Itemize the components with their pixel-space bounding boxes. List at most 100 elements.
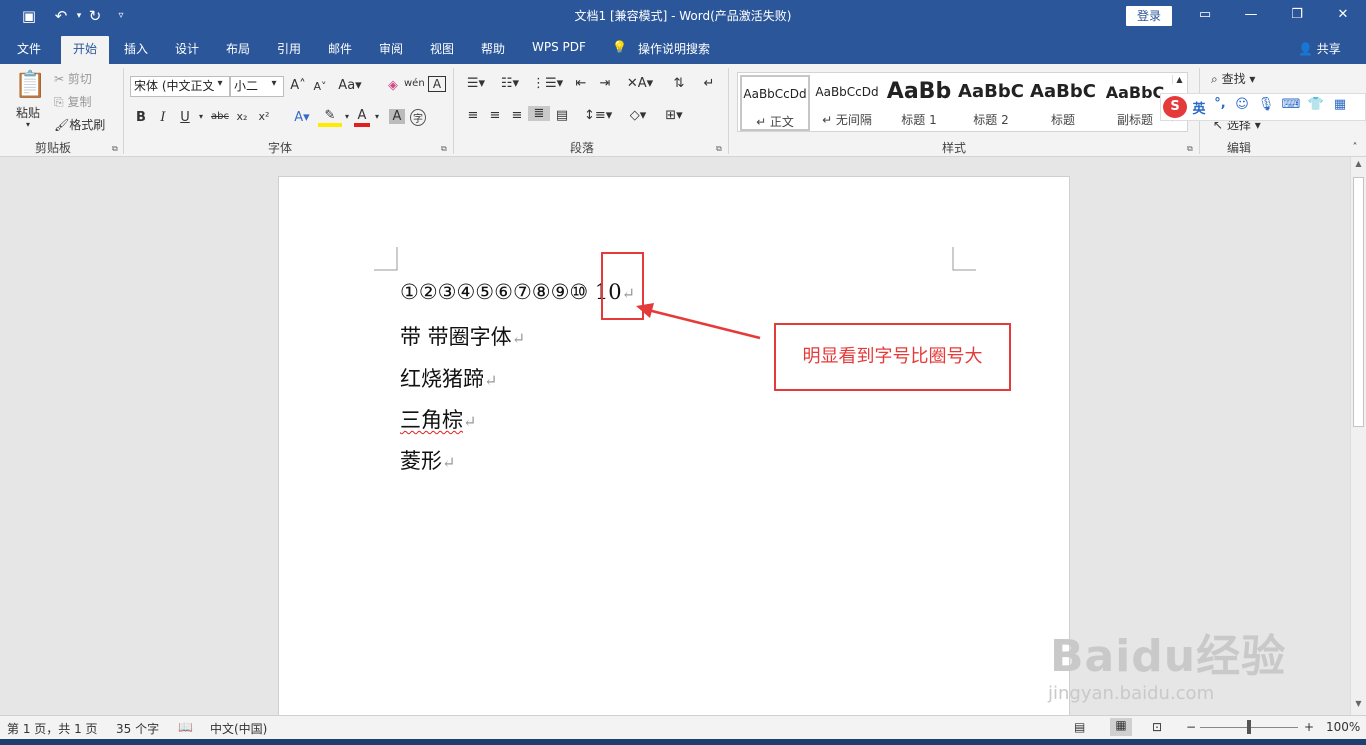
align-left-icon[interactable]: ≡ xyxy=(464,108,482,123)
justify-icon[interactable]: ≣ xyxy=(528,106,550,121)
web-layout-icon[interactable]: ⊡ xyxy=(1152,720,1162,734)
underline-dropdown-icon[interactable]: ▾ xyxy=(196,112,206,121)
scrollbar-thumb[interactable] xyxy=(1353,177,1364,427)
asian-layout-icon[interactable]: ✕A▾ xyxy=(626,76,654,91)
enclose-characters-icon[interactable]: 字 xyxy=(410,109,426,126)
zoom-in-icon[interactable]: + xyxy=(1304,720,1314,734)
cut-button[interactable]: ✂ 剪切 xyxy=(54,70,92,87)
page-count[interactable]: 第 1 页，共 1 页 xyxy=(7,720,98,737)
zoom-slider-thumb[interactable] xyxy=(1247,720,1251,734)
grow-font-icon[interactable]: A˄ xyxy=(290,78,306,93)
print-layout-icon[interactable]: ▦ xyxy=(1110,718,1132,736)
close-button[interactable]: ✕ xyxy=(1328,4,1358,26)
tab-view[interactable]: 视图 xyxy=(430,40,454,57)
clipboard-launcher-icon[interactable]: ⧉ xyxy=(112,144,118,154)
ime-language-toggle[interactable]: 英 xyxy=(1191,98,1207,117)
paste-icon[interactable]: 📋 xyxy=(14,70,46,100)
show-marks-icon[interactable]: ↵ xyxy=(700,76,718,91)
format-painter-button[interactable]: 🖌格式刷 xyxy=(54,116,105,133)
share-button[interactable]: 👤 共享 xyxy=(1298,40,1341,57)
paste-dropdown-icon[interactable]: ▾ xyxy=(26,120,30,129)
bullets-icon[interactable]: ☰▾ xyxy=(464,76,488,91)
login-button[interactable]: 登录 xyxy=(1126,6,1172,26)
font-color-dropdown-icon[interactable]: ▾ xyxy=(372,112,382,121)
document-line[interactable]: 带 带圈字体↵ xyxy=(400,321,525,351)
tab-insert[interactable]: 插入 xyxy=(124,40,148,57)
underline-icon[interactable]: U xyxy=(178,110,192,125)
superscript-icon[interactable]: x² xyxy=(256,110,272,123)
zoom-out-icon[interactable]: − xyxy=(1186,720,1196,734)
word-count[interactable]: 35 个字 xyxy=(116,720,159,737)
minimize-button[interactable]: — xyxy=(1236,4,1266,26)
maximize-button[interactable]: ❐ xyxy=(1282,4,1312,26)
read-mode-icon[interactable]: ▤ xyxy=(1074,720,1085,734)
subscript-icon[interactable]: x₂ xyxy=(234,110,250,123)
strikethrough-icon[interactable]: abc xyxy=(210,111,230,122)
phonetic-guide-icon[interactable]: wén xyxy=(404,78,425,89)
distributed-icon[interactable]: ▤ xyxy=(553,108,571,123)
font-color-icon[interactable]: A xyxy=(354,108,370,127)
style-normal[interactable]: AaBbCcDd ↵ 正文 xyxy=(740,75,810,131)
bold-icon[interactable]: B xyxy=(134,110,148,125)
skin-icon[interactable]: 👕 xyxy=(1307,97,1325,112)
document-line[interactable]: 菱形↵ xyxy=(400,445,455,475)
highlight-dropdown-icon[interactable]: ▾ xyxy=(342,112,352,121)
sort-icon[interactable]: ⇅ xyxy=(670,76,688,91)
document-line[interactable]: 三角棕↵ xyxy=(400,404,476,434)
find-button[interactable]: ⌕ 查找 ▾ xyxy=(1211,70,1255,87)
change-case-button[interactable]: Aa▾ xyxy=(338,78,362,93)
document-page[interactable]: ①②③④⑤⑥⑦⑧⑨⑩ 10↵ 带 带圈字体↵ 红烧猪蹄↵ 三角棕↵ 菱形↵ xyxy=(278,176,1070,716)
ribbon-display-icon[interactable]: ▭ xyxy=(1190,4,1220,26)
shrink-font-icon[interactable]: A˅ xyxy=(312,80,328,93)
tab-help[interactable]: 帮助 xyxy=(481,40,505,57)
font-launcher-icon[interactable]: ⧉ xyxy=(441,144,447,154)
line-spacing-icon[interactable]: ↕≡▾ xyxy=(584,108,612,123)
toolbox-icon[interactable]: ▦ xyxy=(1331,97,1349,112)
style-heading-2[interactable]: AaBbC 标题 2 xyxy=(956,75,1026,131)
multilevel-list-icon[interactable]: ⋮☰▾ xyxy=(532,76,563,91)
clear-formatting-icon[interactable]: ◈ xyxy=(384,78,402,93)
character-shading-icon[interactable]: A xyxy=(389,109,405,124)
tab-mailings[interactable]: 邮件 xyxy=(328,40,352,57)
tab-wps-pdf[interactable]: WPS PDF xyxy=(532,40,586,54)
align-right-icon[interactable]: ≡ xyxy=(508,108,526,123)
style-heading-1[interactable]: AaBb 标题 1 xyxy=(884,75,954,131)
chevron-down-icon[interactable]: ▾ xyxy=(266,78,282,89)
text-effects-icon[interactable]: A▾ xyxy=(290,110,314,125)
emoji-icon[interactable]: ☺ xyxy=(1233,97,1251,112)
vertical-scrollbar[interactable]: ▲ ▼ xyxy=(1350,157,1366,715)
scroll-down-icon[interactable]: ▼ xyxy=(1353,699,1364,708)
borders-icon[interactable]: ⊞▾ xyxy=(658,108,690,123)
tab-review[interactable]: 审阅 xyxy=(379,40,403,57)
chevron-down-icon[interactable]: ▾ xyxy=(212,78,228,89)
collapse-ribbon-icon[interactable]: ˄ xyxy=(1348,142,1362,153)
style-no-spacing[interactable]: AaBbCcDd ↵ 无间隔 xyxy=(812,75,882,131)
keyboard-icon[interactable]: ⌨ xyxy=(1281,97,1301,112)
styles-scroll-up-icon[interactable]: ▲ xyxy=(1172,75,1186,84)
tab-layout[interactable]: 布局 xyxy=(226,40,250,57)
style-title[interactable]: AaBbC 标题 xyxy=(1028,75,1098,131)
zoom-level[interactable]: 100% xyxy=(1326,720,1360,734)
paragraph-launcher-icon[interactable]: ⧉ xyxy=(716,144,722,154)
decrease-indent-icon[interactable]: ⇤ xyxy=(572,76,590,91)
language-indicator[interactable]: 中文(中国) xyxy=(210,720,267,737)
document-line[interactable]: 红烧猪蹄↵ xyxy=(400,363,497,393)
align-center-icon[interactable]: ≡ xyxy=(486,108,504,123)
shading-icon[interactable]: ◇▾ xyxy=(624,108,652,123)
character-border-icon[interactable]: A xyxy=(428,76,446,92)
document-line[interactable]: ①②③④⑤⑥⑦⑧⑨⑩ 10↵ xyxy=(400,280,635,304)
sogou-logo-icon[interactable]: S xyxy=(1163,96,1187,118)
tab-home[interactable]: 开始 xyxy=(61,36,110,64)
italic-icon[interactable]: I xyxy=(156,110,170,125)
tab-references[interactable]: 引用 xyxy=(277,40,301,57)
copy-button[interactable]: ⎘ 复制 xyxy=(54,93,91,110)
microphone-icon[interactable]: 🎙 xyxy=(1257,97,1275,112)
tab-file[interactable]: 文件 xyxy=(17,40,41,57)
paste-button[interactable]: 粘贴 xyxy=(16,104,40,121)
punctuation-icon[interactable]: °, xyxy=(1213,96,1227,111)
highlight-icon[interactable]: ✎ xyxy=(318,108,342,127)
increase-indent-icon[interactable]: ⇥ xyxy=(596,76,614,91)
tell-me-search[interactable]: 操作说明搜索 xyxy=(638,40,710,57)
scroll-up-icon[interactable]: ▲ xyxy=(1353,159,1364,168)
proofing-icon[interactable]: 📖 xyxy=(178,720,193,734)
